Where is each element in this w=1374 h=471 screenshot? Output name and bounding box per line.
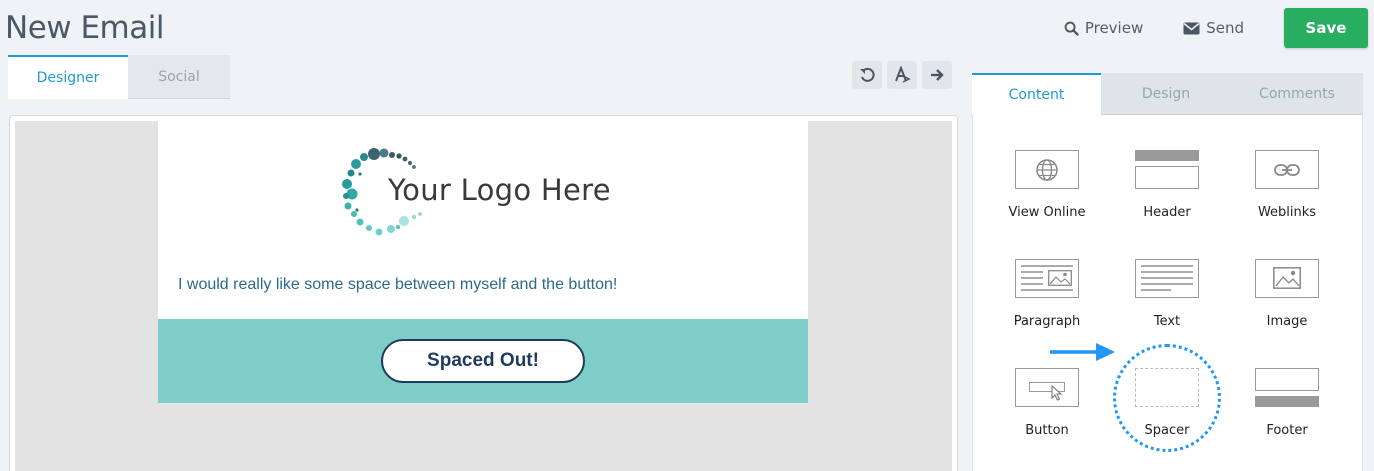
block-label: Footer	[1266, 423, 1308, 438]
block-view-online[interactable]: View Online	[997, 149, 1097, 220]
tab-social[interactable]: Social	[128, 55, 230, 99]
arrow-right-icon	[931, 69, 944, 81]
text-style-icon	[895, 66, 911, 83]
top-actions: Preview Send Save	[1064, 8, 1368, 48]
save-button[interactable]: Save	[1284, 8, 1368, 48]
tab-comments[interactable]: Comments	[1231, 73, 1363, 115]
send-label: Send	[1206, 19, 1244, 37]
search-icon	[1064, 21, 1079, 36]
button-block-icon	[1015, 367, 1079, 407]
tab-designer[interactable]: Designer	[8, 55, 128, 99]
block-label: Weblinks	[1257, 205, 1317, 220]
image-block-icon	[1255, 258, 1319, 298]
paragraph-block-icon	[1015, 258, 1079, 298]
undo-icon	[860, 67, 875, 82]
envelope-icon	[1183, 22, 1200, 34]
image-icon	[1048, 270, 1072, 286]
editor-toolbar	[852, 61, 952, 89]
block-button[interactable]: Button	[997, 367, 1097, 438]
block-label: Image	[1266, 314, 1308, 329]
block-weblinks[interactable]: Weblinks	[1237, 149, 1337, 220]
globe-icon	[1036, 159, 1058, 181]
logo-text: Your Logo Here	[388, 173, 611, 207]
image-icon	[1273, 267, 1301, 289]
header-block-icon	[1135, 149, 1199, 189]
spacer-highlight-circle	[1113, 344, 1221, 452]
block-label: View Online	[1008, 205, 1086, 220]
text-block-icon	[1135, 258, 1199, 298]
tab-design[interactable]: Design	[1101, 73, 1231, 115]
email-body-text[interactable]: I would really like some space between m…	[178, 276, 617, 294]
preview-button[interactable]: Preview	[1064, 19, 1143, 37]
canvas-background: Your Logo Here I would really like some …	[15, 121, 952, 471]
block-paragraph[interactable]: Paragraph	[997, 258, 1097, 329]
block-weblinks-graphic	[1255, 149, 1319, 189]
block-image[interactable]: Image	[1237, 258, 1337, 329]
side-panel-tabs: Content Design Comments	[972, 73, 1363, 115]
tab-content[interactable]: Content	[972, 73, 1101, 115]
footer-block-icon	[1255, 367, 1319, 407]
page-title: New Email	[5, 10, 164, 46]
block-label: Paragraph	[1013, 314, 1081, 329]
designer-canvas: Your Logo Here I would really like some …	[9, 115, 958, 471]
send-button[interactable]: Send	[1183, 19, 1244, 37]
link-icon	[1274, 164, 1300, 176]
editor-tabs: Designer Social	[8, 55, 230, 99]
cursor-icon	[1051, 385, 1063, 401]
block-label: Text	[1153, 314, 1181, 329]
block-header[interactable]: Header	[1117, 149, 1217, 220]
email-body[interactable]: Your Logo Here I would really like some …	[158, 121, 808, 403]
undo-button[interactable]	[852, 61, 882, 89]
redo-button[interactable]	[922, 61, 952, 89]
button-section[interactable]: Spaced Out!	[158, 319, 808, 403]
block-view-online-graphic	[1015, 149, 1079, 189]
logo[interactable]: Your Logo Here	[336, 145, 626, 241]
text-style-button[interactable]	[887, 61, 917, 89]
block-footer[interactable]: Footer	[1237, 367, 1337, 438]
block-text[interactable]: Text	[1117, 258, 1217, 329]
arrow-right-icon	[1050, 343, 1115, 361]
preview-label: Preview	[1084, 19, 1144, 37]
block-label: Header	[1143, 205, 1191, 220]
block-label: Button	[1025, 423, 1069, 438]
spaced-out-button[interactable]: Spaced Out!	[381, 339, 585, 383]
